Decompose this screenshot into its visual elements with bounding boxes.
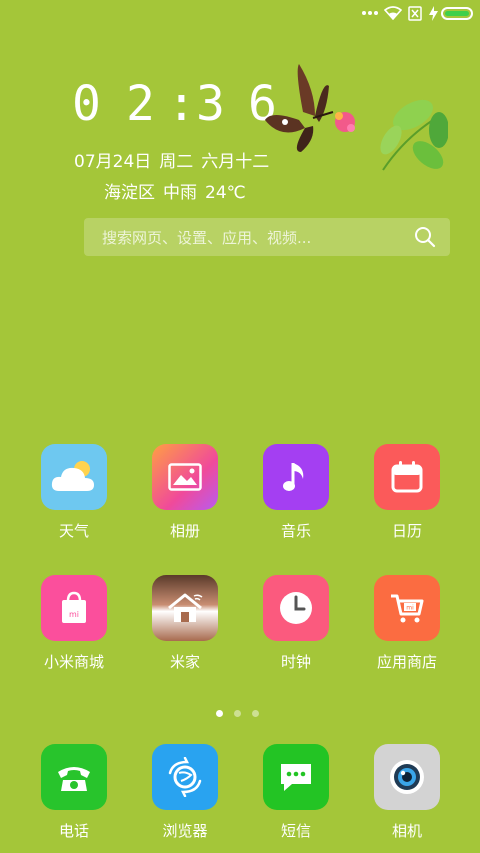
app-label: 应用商店 <box>376 653 437 671</box>
dock-sms[interactable]: 短信 <box>246 744 346 841</box>
weather-line[interactable]: 海淀区 中雨 24℃ <box>104 178 254 203</box>
weather-location: 海淀区 <box>104 183 155 203</box>
browser-icon <box>152 744 218 810</box>
clock-colon: : <box>167 76 196 132</box>
page-dot[interactable] <box>234 710 241 717</box>
app-mi-store[interactable]: mi 小米商城 <box>24 575 124 672</box>
shopping-bag-icon: mi <box>41 575 107 641</box>
svg-text:mi: mi <box>69 610 79 619</box>
app-label: 日历 <box>391 522 422 540</box>
butterfly-flower-decoration <box>265 64 448 171</box>
weather-temperature: 24℃ <box>205 183 246 203</box>
app-label: 时钟 <box>280 653 311 671</box>
svg-text:mi: mi <box>406 605 414 612</box>
app-app-store[interactable]: mi 应用商店 <box>357 575 457 672</box>
clock-icon <box>263 575 329 641</box>
app-label: 小米商城 <box>43 653 104 671</box>
search-placeholder: 搜索网页、设置、应用、视频... <box>102 229 312 247</box>
charging-icon <box>429 6 438 21</box>
clock-hour-ones: 2 <box>126 76 155 132</box>
date-text: 07月24日 <box>74 152 152 172</box>
clock-minute-tens: 3 <box>196 76 225 132</box>
music-app-icon <box>263 444 329 510</box>
app-label: 相机 <box>391 822 422 840</box>
weather-app-icon <box>41 444 107 510</box>
app-label: 音乐 <box>280 522 311 540</box>
weather-condition: 中雨 <box>163 183 197 203</box>
app-label: 短信 <box>280 822 311 840</box>
status-bar <box>0 0 480 28</box>
weekday-text: 周二 <box>159 152 194 172</box>
gallery-app-icon <box>152 444 218 510</box>
cart-icon: mi <box>374 575 440 641</box>
search-bar[interactable]: 搜索网页、设置、应用、视频... <box>84 218 450 256</box>
app-label: 天气 <box>58 522 89 540</box>
dock-browser[interactable]: 浏览器 <box>135 744 235 841</box>
no-sim-icon <box>408 6 422 21</box>
dock-phone[interactable]: 电话 <box>24 744 124 841</box>
app-clock[interactable]: 时钟 <box>246 575 346 672</box>
message-icon <box>263 744 329 810</box>
date-line: 07月24日 周二 六月十二 <box>74 147 277 172</box>
phone-icon <box>41 744 107 810</box>
notification-dots-icon <box>362 11 378 15</box>
lunar-date-text: 六月十二 <box>201 152 270 172</box>
app-music[interactable]: 音乐 <box>246 444 346 541</box>
app-weather[interactable]: 天气 <box>24 444 124 541</box>
clock-hour-tens: 0 <box>72 76 101 132</box>
app-label: 相册 <box>169 522 200 540</box>
app-label: 浏览器 <box>162 822 208 840</box>
calendar-app-icon <box>374 444 440 510</box>
page-dot[interactable] <box>252 710 259 717</box>
battery-icon <box>441 7 473 20</box>
home-icon <box>152 575 218 641</box>
dock-camera[interactable]: 相机 <box>357 744 457 841</box>
wifi-icon <box>384 6 402 20</box>
search-icon[interactable] <box>414 226 436 248</box>
app-mijia[interactable]: 米家 <box>135 575 235 672</box>
app-calendar[interactable]: 日历 <box>357 444 457 541</box>
app-gallery[interactable]: 相册 <box>135 444 235 541</box>
page-dot-active[interactable] <box>216 710 223 717</box>
app-label: 米家 <box>169 653 200 671</box>
camera-icon <box>374 744 440 810</box>
app-label: 电话 <box>58 822 89 840</box>
page-indicator[interactable] <box>216 702 270 721</box>
clock-widget[interactable]: 0 2 : 3 6 <box>72 78 292 134</box>
